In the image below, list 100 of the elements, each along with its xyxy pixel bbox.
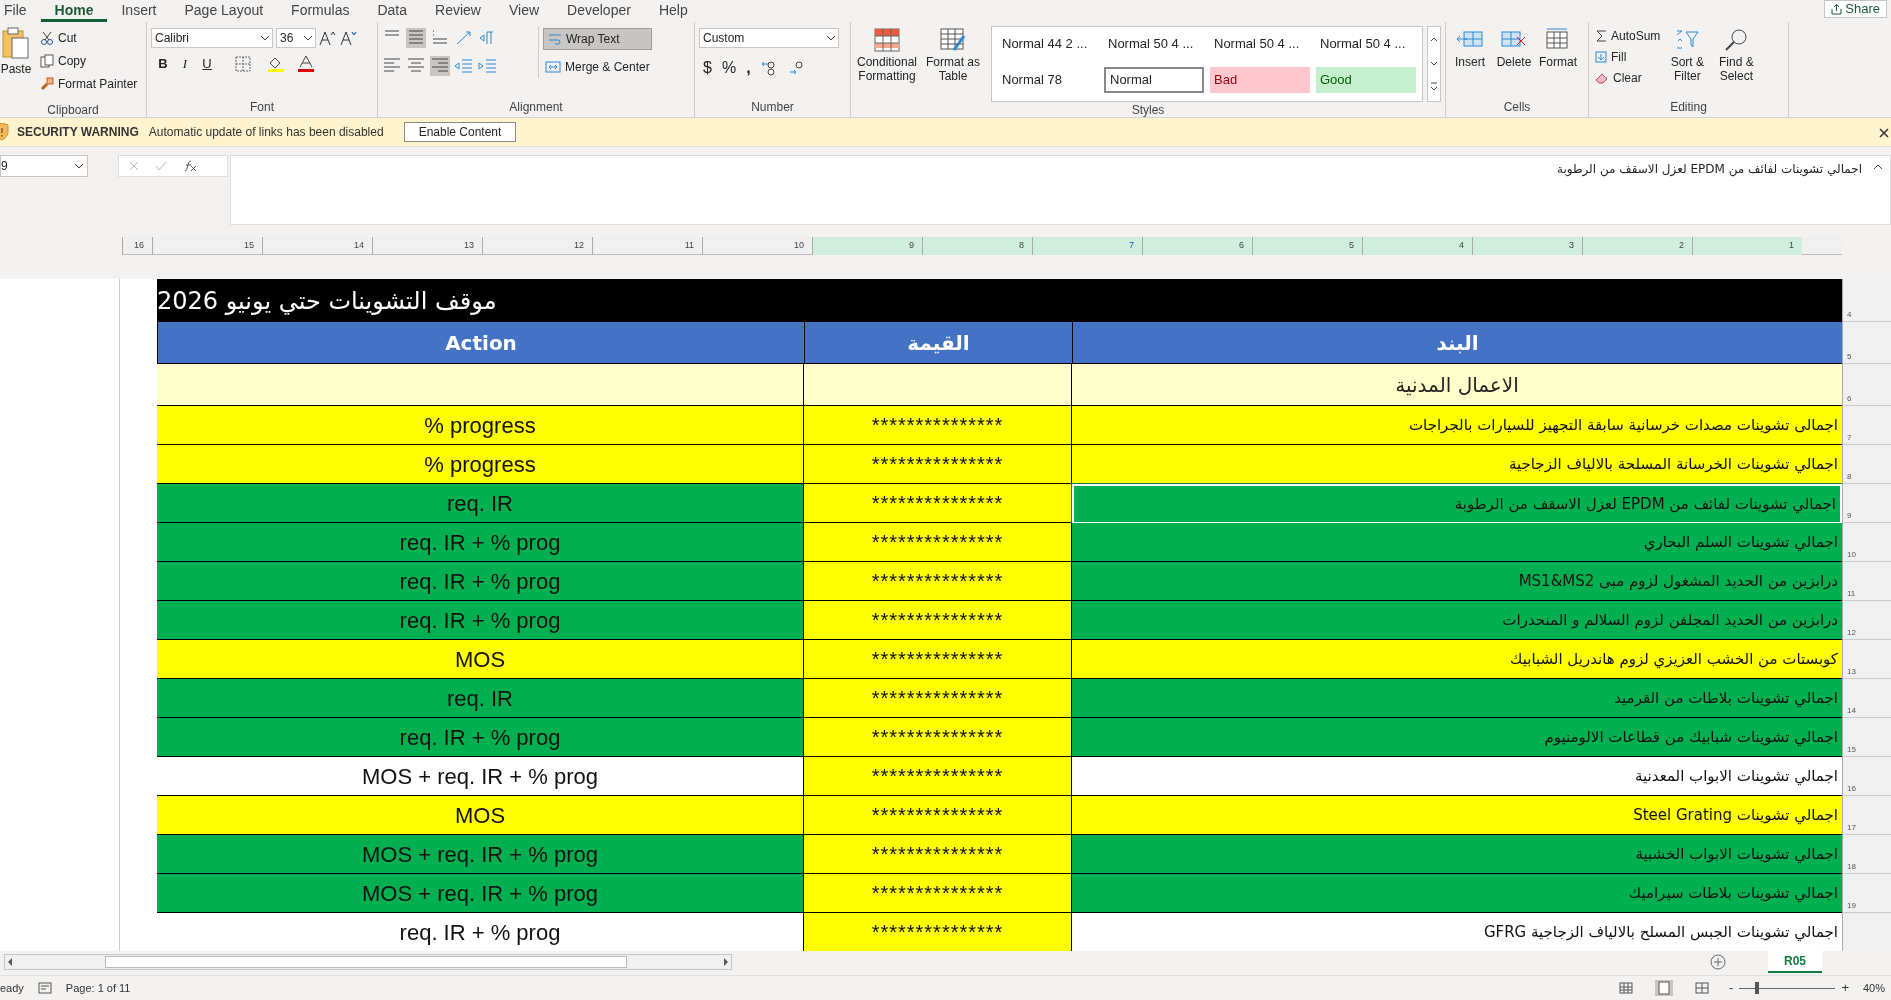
clear-button[interactable]: Clear — [1593, 68, 1663, 88]
check-icon[interactable] — [155, 161, 167, 171]
ruler-number: 5 — [1847, 351, 1852, 363]
table-cell: MOS + req. IR + % prog — [157, 874, 804, 913]
function-icon[interactable] — [183, 160, 197, 172]
macro-record-icon[interactable] — [37, 982, 52, 994]
clipboard-icon — [2, 26, 30, 60]
table-cell: *************** — [804, 679, 1072, 718]
ruler-number: 15 — [1847, 744, 1856, 756]
group-label: Clipboard — [47, 103, 99, 117]
table-cell[interactable]: اجمالي تشوينات لفائف من EPDM لعزل الاسقف من الرطوبة — [1072, 484, 1842, 523]
paste-button[interactable]: Paste — [0, 26, 34, 102]
ribbon-tab[interactable]: Help — [644, 0, 702, 22]
format-as-table-button[interactable]: Format as Table — [923, 26, 983, 83]
cancel-icon[interactable] — [129, 161, 139, 171]
cells-button[interactable]: Delete — [1494, 26, 1534, 69]
fill-down-icon — [1595, 51, 1607, 63]
table-cell: *************** — [804, 796, 1072, 835]
decrease-font-size-icon[interactable] — [340, 30, 358, 46]
table-cell[interactable]: اجمالي تشوينات بلاطات من القرميد — [1072, 679, 1842, 718]
table-cell[interactable]: اجمالى تشوينات مصدات خرسانية سابقة التجهيز للسيارات بالجراجات — [1072, 406, 1842, 445]
bold-button[interactable]: B — [155, 54, 171, 74]
ruler-number: 7 — [1847, 432, 1852, 444]
conditional-formatting-button[interactable]: Conditional Formatting — [855, 26, 919, 83]
table-cell: req. IR — [157, 484, 804, 523]
table-cell[interactable]: درابزين من الحديد المجلفن لزوم السلالم و المنحدرات — [1072, 601, 1842, 640]
ruler-number: 12 — [574, 239, 584, 252]
table-cell[interactable]: اجمالي تشوينات الابواب الخشبية — [1072, 835, 1842, 874]
table-cell: *************** — [804, 601, 1072, 640]
table-cell[interactable]: اجمالي تشوينات الخرسانة المسلحة بالالياف الزجاجية — [1072, 445, 1842, 484]
borders-icon[interactable] — [235, 55, 251, 72]
increase-indent-icon[interactable] — [478, 56, 498, 76]
align-right-icon[interactable] — [430, 56, 450, 76]
format-painter-button[interactable]: Format Painter — [38, 74, 140, 94]
sheet-tab[interactable]: R05 — [1768, 951, 1822, 973]
ribbon-tab[interactable]: Data — [363, 0, 422, 22]
name-box[interactable]: 9 — [0, 155, 88, 177]
ribbon-tab[interactable]: Insert — [107, 0, 171, 22]
horizontal-scrollbar[interactable] — [4, 954, 732, 970]
decrease-indent-icon[interactable] — [454, 56, 474, 76]
ribbon-tab[interactable]: Developer — [553, 0, 645, 22]
cut-button[interactable]: Cut — [38, 28, 140, 48]
percent-button[interactable]: % — [721, 56, 737, 80]
table-cell[interactable]: اجمالي تشوينات شبابيك من قطاعات الالومنيوم — [1072, 718, 1842, 757]
share-button[interactable]: Share — [1824, 0, 1887, 18]
align-middle-icon[interactable] — [406, 28, 426, 48]
font-size-field[interactable]: 36 — [276, 28, 316, 48]
page-layout-view-icon[interactable] — [1655, 980, 1674, 996]
ribbon-tab[interactable]: View — [494, 0, 554, 22]
enable-content-button[interactable]: Enable Content — [403, 122, 517, 142]
ribbon-tab[interactable]: Formulas — [277, 0, 364, 22]
font-name-field[interactable]: Calibri — [151, 28, 273, 48]
share-icon — [1831, 3, 1843, 15]
wrap-text-button[interactable]: Wrap Text — [543, 28, 652, 50]
fill-button[interactable]: Fill — [1593, 47, 1663, 67]
merge-center-button[interactable]: Merge & Center — [543, 56, 652, 78]
cell-style[interactable]: Normal — [1104, 67, 1204, 93]
scrollbar-thumb[interactable] — [105, 956, 627, 968]
cells-button[interactable]: Format — [1538, 26, 1578, 69]
warning-message: Automatic update of links has been disabled — [148, 124, 384, 141]
ribbon-tab[interactable]: Review — [421, 0, 495, 22]
increase-font-size-icon[interactable] — [319, 30, 337, 46]
table-cell: *************** — [804, 874, 1072, 913]
scroll-right-icon[interactable] — [721, 957, 731, 967]
ruler-number: 4 — [1459, 239, 1464, 252]
chevron-down-icon — [75, 163, 83, 169]
cells-button[interactable]: Insert — [1450, 26, 1490, 69]
font-color-icon[interactable] — [297, 55, 315, 73]
fill-color-icon[interactable] — [267, 55, 285, 73]
formula-field[interactable]: اجمالي تشوينات لفائف من EPDM لعزل الاسقف من الرطوبة — [230, 155, 1891, 225]
zoom-out-button[interactable]: - — [1729, 978, 1734, 998]
currency-button[interactable]: $ — [703, 56, 712, 80]
ribbon-tab[interactable]: Page Layout — [170, 0, 278, 22]
ribbon-tab[interactable]: File — [0, 0, 41, 22]
cell-style[interactable]: Bad — [1210, 67, 1310, 93]
number-format-field[interactable]: Custom — [699, 28, 839, 48]
normal-view-icon[interactable] — [1619, 982, 1634, 994]
copy-button[interactable]: Copy — [38, 51, 140, 71]
zoom-in-button[interactable]: + — [1841, 978, 1849, 998]
ruler-number: 6 — [1239, 239, 1244, 252]
italic-button[interactable]: I — [177, 54, 193, 74]
zoom-slider-thumb[interactable] — [1755, 982, 1759, 994]
ruler-number: 18 — [1847, 861, 1856, 873]
add-sheet-icon[interactable] — [1710, 954, 1726, 970]
page-break-view-icon[interactable] — [1695, 982, 1710, 994]
sort-filter-button[interactable]: Sort & Filter — [1666, 26, 1709, 83]
table-cell[interactable]: اجمالي تشوينات بلاطات سيراميك — [1072, 874, 1842, 913]
find-select-button[interactable]: Find & Select — [1712, 26, 1761, 83]
table-cell[interactable]: درابزين من الحديد المشغول لزوم مبى MS1&MS2 — [1072, 562, 1842, 601]
table-cell[interactable]: اجمالي تشوينات السلم البحاري — [1072, 523, 1842, 562]
table-cell: % progress — [157, 406, 804, 445]
underline-button[interactable]: U — [199, 54, 215, 74]
autosum-button[interactable]: AutoSum — [1593, 26, 1663, 46]
table-cell[interactable]: اجمالي تشوينات Steel Grating — [1072, 796, 1842, 835]
group-label: Cells — [1503, 100, 1531, 114]
cell-style[interactable]: Good — [1316, 67, 1416, 93]
collapse-icon[interactable] — [1874, 164, 1882, 170]
comma-style-button[interactable]: , — [746, 56, 751, 80]
close-icon[interactable] — [1879, 128, 1889, 138]
table-cell[interactable]: كوبستات من الخشب العزيزي لزوم هاندريل الشبابيك — [1072, 640, 1842, 679]
